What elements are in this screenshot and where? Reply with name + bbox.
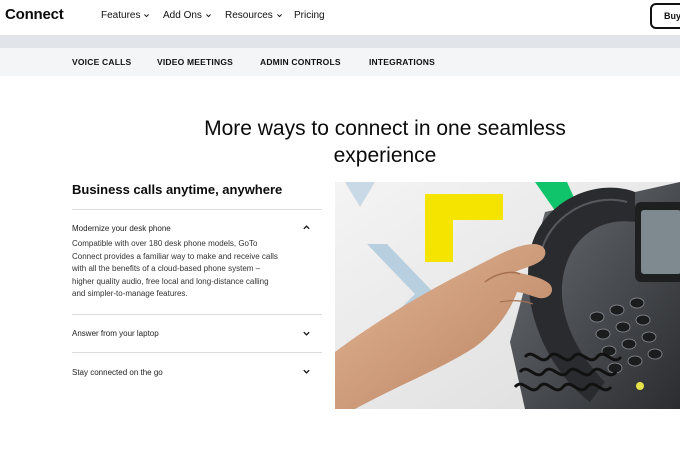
accordion-item-desk-phone[interactable]: Modernize your desk phone [72, 224, 171, 233]
nav-add-ons-label: Add Ons [163, 10, 202, 21]
headline-line-2: experience [333, 144, 437, 167]
accordion-item-on-the-go[interactable]: Stay connected on the go [72, 368, 163, 377]
accordion-item-laptop[interactable]: Answer from your laptop [72, 329, 159, 338]
desk-phone-illustration [335, 182, 680, 409]
nav-resources-label: Resources [225, 10, 273, 21]
section-title: Business calls anytime, anywhere [72, 182, 283, 197]
accordion-body-line: Connect provides a familiar way to make … [72, 251, 278, 261]
page-headline: More ways to connect in one seamless exp… [160, 115, 610, 169]
nav-pricing-label: Pricing [294, 10, 325, 21]
nav-add-ons[interactable]: Add Ons [163, 10, 212, 21]
chevron-down-icon[interactable] [302, 329, 311, 338]
top-navigation: Connect Features Add Ons Resources Prici… [0, 0, 680, 34]
nav-features-label: Features [101, 10, 141, 21]
logo[interactable]: Connect [5, 6, 64, 23]
nav-pricing[interactable]: Pricing [294, 10, 325, 21]
chevron-down-icon[interactable] [302, 367, 311, 376]
accordion-divider [72, 352, 322, 353]
chevron-down-icon [205, 14, 211, 18]
desk-phone-photo [335, 182, 680, 409]
accordion-body-line: Compatible with over 180 desk phone mode… [72, 239, 258, 248]
nav-resources[interactable]: Resources [225, 10, 283, 21]
headline-line-1: More ways to connect in one seamless [204, 117, 566, 140]
chevron-down-icon [276, 14, 282, 18]
accordion-body-line: and simpler-to-manage features. [72, 289, 188, 299]
accordion-body-line: higher quality audio, free local and lon… [72, 276, 269, 286]
subnav-video-meetings[interactable]: VIDEO MEETINGS [157, 57, 233, 67]
buy-button[interactable]: Buy [650, 3, 680, 29]
buy-button-label: Buy [664, 11, 680, 21]
nav-features[interactable]: Features [101, 10, 150, 21]
subnav-voice-calls[interactable]: VOICE CALLS [72, 57, 131, 67]
chevron-down-icon [144, 14, 150, 18]
accordion-divider [72, 314, 322, 315]
product-subnav: VOICE CALLS VIDEO MEETINGS ADMIN CONTROL… [0, 48, 680, 76]
chevron-up-icon[interactable] [302, 223, 311, 232]
accordion-body-desk-phone: Compatible with over 180 desk phone mode… [72, 238, 307, 301]
accordion-divider [72, 209, 322, 210]
header-divider-strip [0, 35, 680, 48]
subnav-integrations[interactable]: INTEGRATIONS [369, 57, 435, 67]
subnav-admin-controls[interactable]: ADMIN CONTROLS [260, 57, 341, 67]
accordion-body-line: with all the benefits of a cloud-based p… [72, 264, 261, 274]
